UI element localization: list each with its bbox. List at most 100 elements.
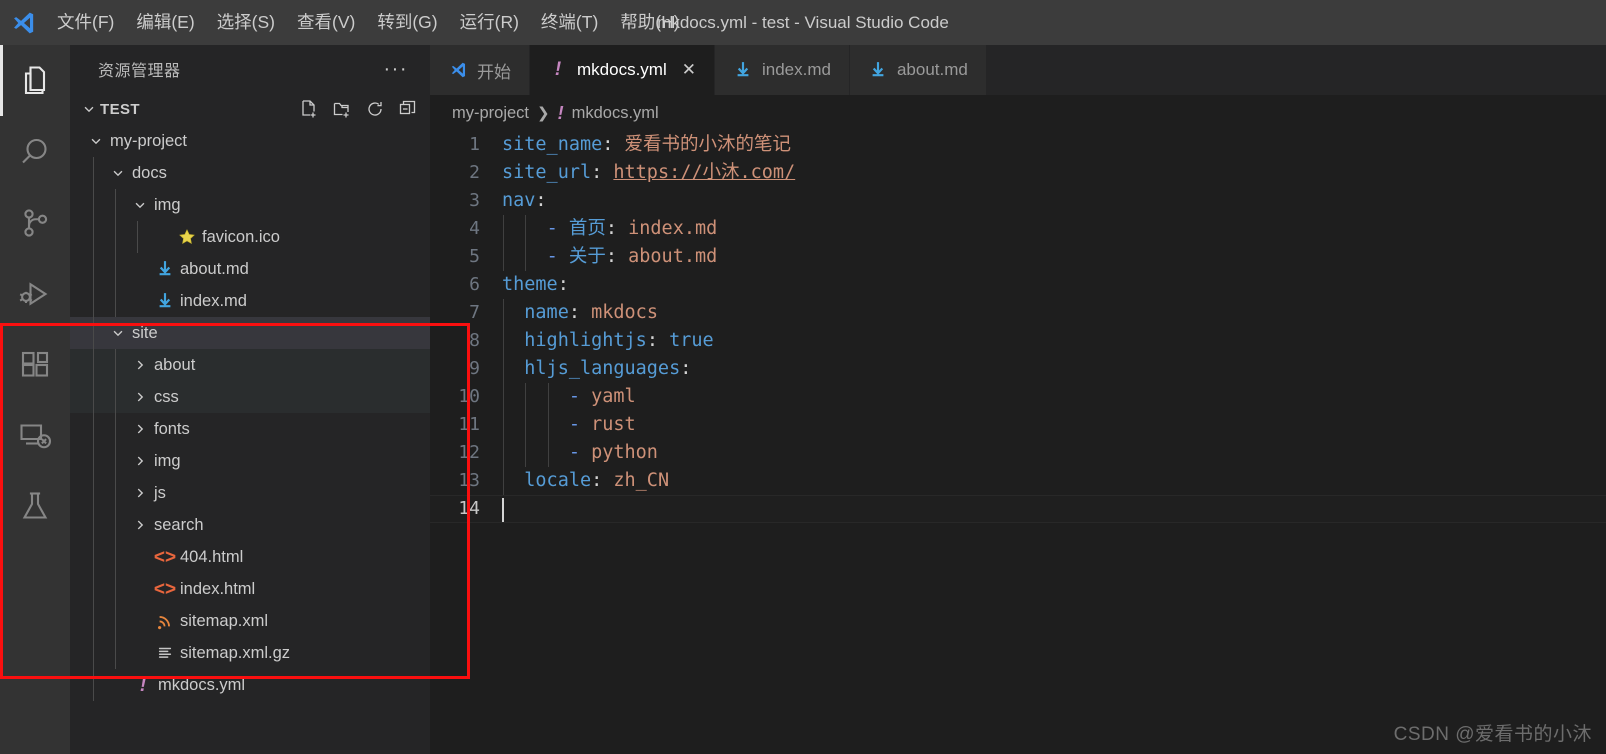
menu-item-edit[interactable]: 编辑(E)	[125, 0, 205, 45]
line-number: 12	[458, 442, 480, 463]
activity-run-debug-icon[interactable]	[0, 258, 70, 329]
chevron-right-icon[interactable]	[128, 518, 152, 532]
tree-row-img[interactable]: img	[70, 445, 430, 477]
chevron-right-icon[interactable]	[128, 486, 152, 500]
star-icon	[174, 228, 200, 246]
tree-indent-guide	[115, 349, 116, 381]
tree-row-css[interactable]: css	[70, 381, 430, 413]
chevron-down-icon[interactable]	[106, 166, 130, 180]
editor-tab-about-md[interactable]: about.md	[849, 45, 987, 95]
code-line[interactable]: 12 - python	[430, 439, 1606, 467]
close-icon[interactable]: ✕	[682, 60, 696, 80]
editor-tab-index-md[interactable]: index.md	[714, 45, 850, 95]
tree-indent-guide	[93, 637, 94, 669]
tree-indent-guide	[93, 445, 94, 477]
code-line[interactable]: 11 - rust	[430, 411, 1606, 439]
line-number: 11	[458, 414, 480, 435]
activity-bar	[0, 45, 70, 754]
new-folder-icon[interactable]	[332, 99, 352, 119]
chevron-down-icon[interactable]	[106, 326, 130, 340]
tree-row-favicon-ico[interactable]: favicon.ico	[70, 221, 430, 253]
workspace-section-header[interactable]: TEST	[70, 93, 430, 125]
code-token-val: rust	[591, 414, 636, 435]
chevron-right-icon[interactable]	[128, 358, 152, 372]
refresh-icon[interactable]	[365, 99, 385, 119]
activity-extensions-icon[interactable]	[0, 329, 70, 400]
code-line[interactable]: 1 site_name: 爱看书的小沐的笔记	[430, 131, 1606, 159]
code-line[interactable]: 9 hljs_languages:	[430, 355, 1606, 383]
tree-row-js[interactable]: js	[70, 477, 430, 509]
chevron-down-icon[interactable]	[84, 134, 108, 148]
menu-item-goto[interactable]: 转到(G)	[366, 0, 448, 45]
code-line[interactable]: 8 highlightjs: true	[430, 327, 1606, 355]
code-line[interactable]: 2 site_url: https://小沐.com/	[430, 159, 1606, 187]
menu-item-run[interactable]: 运行(R)	[449, 0, 530, 45]
tree-row-about-md[interactable]: about.md	[70, 253, 430, 285]
tree-row-sitemap-xml-gz[interactable]: sitemap.xml.gz	[70, 637, 430, 669]
tree-row-404-html[interactable]: <> 404.html	[70, 541, 430, 573]
tree-row-fonts[interactable]: fonts	[70, 413, 430, 445]
yaml-icon: !	[557, 102, 564, 123]
menu-item-select[interactable]: 选择(S)	[206, 0, 286, 45]
tree-row-label: fonts	[154, 419, 190, 438]
activity-source-control-icon[interactable]	[0, 187, 70, 258]
breadcrumb-folder[interactable]: my-project	[452, 104, 529, 123]
tree-row-index-html[interactable]: <> index.html	[70, 573, 430, 605]
tree-row-img[interactable]: img	[70, 189, 430, 221]
tree-row-index-md[interactable]: index.md	[70, 285, 430, 317]
code-line[interactable]: 3 nav:	[430, 187, 1606, 215]
code-line[interactable]: 5 - 关于: about.md	[430, 243, 1606, 271]
vscode-logo-icon	[448, 61, 468, 79]
code-token-link[interactable]: https://小沐.com/	[613, 162, 795, 183]
code-line[interactable]: 10 - yaml	[430, 383, 1606, 411]
menu-bar[interactable]: 文件(F) 编辑(E) 选择(S) 查看(V) 转到(G) 运行(R) 终端(T…	[46, 0, 691, 45]
explorer-more-actions-icon[interactable]: ···	[384, 59, 408, 79]
tree-row-mkdocs-yml[interactable]: ! mkdocs.yml	[70, 669, 430, 701]
activity-explorer-icon[interactable]	[0, 45, 70, 116]
activity-testing-icon[interactable]	[0, 471, 70, 542]
code-line[interactable]: 4 - 首页: index.md	[430, 215, 1606, 243]
code-line[interactable]: 13 locale: zh_CN	[430, 467, 1606, 495]
breadcrumb[interactable]: my-project ❯ ! mkdocs.yml	[430, 95, 1606, 131]
watermark: CSDN @爱看书的小沐	[1393, 724, 1592, 745]
tree-row-docs[interactable]: docs	[70, 157, 430, 189]
code-token-val: yaml	[591, 386, 636, 407]
code-token-key: name	[524, 302, 569, 323]
chevron-right-icon[interactable]	[128, 390, 152, 404]
tree-row-site[interactable]: site	[70, 317, 430, 349]
menu-item-view[interactable]: 查看(V)	[286, 0, 366, 45]
editor-tab-mkdocs-yml[interactable]: ! mkdocs.yml ✕	[530, 45, 715, 95]
file-tree[interactable]: my-project docs img favicon.ico about.md inde…	[70, 125, 430, 701]
yaml-icon: !	[554, 59, 562, 80]
tree-indent-guide	[93, 253, 94, 285]
code-line[interactable]: 6 theme:	[430, 271, 1606, 299]
editor-tab-label: index.md	[761, 60, 831, 79]
editor-tab--[interactable]: 开始	[430, 45, 530, 95]
editor-tab-bar[interactable]: 开始! mkdocs.yml ✕ index.md about.md	[430, 45, 1606, 95]
code-line[interactable]: 7 name: mkdocs	[430, 299, 1606, 327]
code-line[interactable]: 14	[430, 495, 1606, 523]
breadcrumb-file[interactable]: mkdocs.yml	[572, 104, 659, 123]
tree-row-search[interactable]: search	[70, 509, 430, 541]
activity-search-icon[interactable]	[0, 116, 70, 187]
new-file-icon[interactable]	[299, 99, 319, 119]
chevron-right-icon[interactable]	[128, 454, 152, 468]
chevron-down-icon[interactable]	[128, 198, 152, 212]
line-number: 13	[458, 470, 480, 491]
tree-row-about[interactable]: about	[70, 349, 430, 381]
menu-item-help[interactable]: 帮助(H)	[609, 0, 690, 45]
chevron-right-icon[interactable]	[128, 422, 152, 436]
menu-item-terminal[interactable]: 终端(T)	[530, 0, 609, 45]
collapse-all-icon[interactable]	[398, 99, 418, 119]
explorer-sidebar: 资源管理器 ··· TEST my-project docs img favic…	[70, 45, 430, 754]
menu-item-file[interactable]: 文件(F)	[46, 0, 125, 45]
tree-row-sitemap-xml[interactable]: sitemap.xml	[70, 605, 430, 637]
line-number: 14	[458, 498, 480, 519]
tree-indent-guide	[93, 573, 94, 605]
tree-indent-guide	[115, 253, 116, 285]
code-editor[interactable]: 1 site_name: 爱看书的小沐的笔记 2 site_url: https://…	[430, 131, 1606, 754]
code-line-text: theme:	[502, 271, 569, 299]
tree-row-my-project[interactable]: my-project	[70, 125, 430, 157]
activity-remote-explorer-icon[interactable]	[0, 400, 70, 471]
